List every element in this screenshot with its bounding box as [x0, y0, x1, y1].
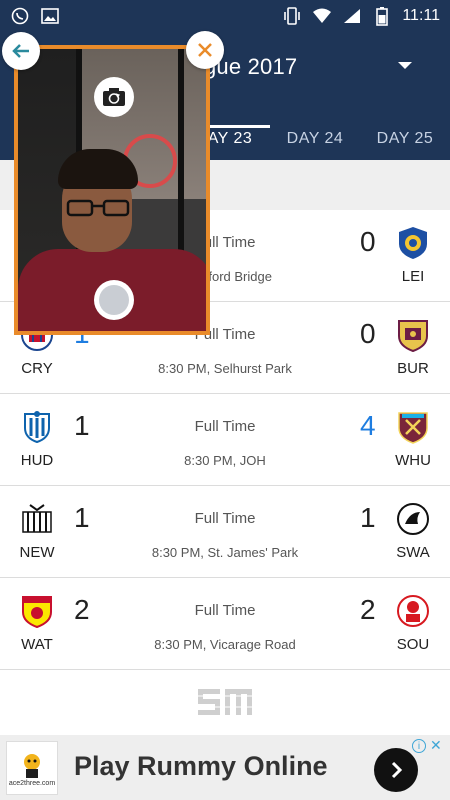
ad-logo[interactable]: ace2three.com	[6, 741, 58, 795]
bur-crest-icon	[396, 318, 430, 353]
vibrate-icon	[282, 6, 302, 26]
match-status: Full Time	[194, 418, 256, 435]
away-score: 0	[360, 318, 376, 349]
swa-crest-icon	[396, 502, 430, 536]
back-arrow-icon[interactable]	[2, 32, 40, 70]
match-status: Full Time	[194, 510, 256, 527]
image-icon	[40, 6, 60, 26]
close-icon[interactable]	[186, 31, 224, 69]
wifi-icon	[312, 6, 332, 26]
ad-headline[interactable]: Play Rummy Online	[74, 751, 328, 782]
home-score: 1	[74, 410, 90, 441]
home-team-code: NEW	[19, 544, 55, 561]
home-team-code: WAT	[21, 636, 53, 653]
away-team-code: WHU	[395, 452, 431, 469]
caret-down-icon[interactable]	[398, 62, 412, 69]
flip-camera-icon[interactable]	[94, 77, 134, 117]
battery-icon	[372, 6, 392, 26]
away-score: 4	[360, 410, 376, 441]
shutter-button[interactable]	[94, 280, 134, 320]
ad-banner[interactable]: ace2three.com Play Rummy Online i ✕	[0, 735, 450, 800]
signal-icon	[342, 6, 362, 26]
match-venue: 8:30 PM, Selhurst Park	[158, 361, 292, 376]
ad-arrow-button[interactable]	[374, 748, 418, 792]
away-team-code: SWA	[396, 544, 430, 561]
home-score: 1	[74, 502, 90, 533]
match-status: Full Time	[194, 602, 256, 619]
camera-preview	[14, 45, 210, 335]
ad-logo-text: ace2three.com	[8, 779, 56, 787]
match-row[interactable]: WAT 2 Full Time 8:30 PM, Vicarage Road 2…	[0, 578, 450, 670]
wat-crest-icon	[20, 594, 54, 629]
sm-logo: SM	[190, 682, 260, 722]
away-score: 2	[360, 594, 376, 625]
tab-day-25[interactable]: DAY 25	[370, 118, 440, 160]
camera-subject	[66, 199, 130, 217]
away-team-code: BUR	[397, 360, 429, 377]
lei-crest-icon	[396, 226, 430, 260]
match-venue: 8:30 PM, St. James' Park	[151, 545, 299, 560]
away-team-code: SOU	[396, 636, 430, 653]
home-team-code: HUD	[20, 452, 54, 469]
match-venue: 8:30 PM, Vicarage Road	[154, 637, 296, 652]
hud-crest-icon	[20, 410, 54, 444]
away-score: 1	[360, 502, 376, 533]
whu-crest-icon	[396, 410, 430, 444]
sou-crest-icon	[396, 594, 430, 628]
clock: 11:11	[402, 7, 440, 24]
new-crest-icon	[20, 502, 54, 536]
away-team-code: LEI	[401, 268, 425, 285]
status-bar: 11:11	[0, 0, 450, 32]
match-row[interactable]: NEW 1 Full Time 8:30 PM, St. James' Park…	[0, 486, 450, 578]
ad-info-icon[interactable]: i	[412, 739, 426, 753]
home-team-code: CRY	[21, 360, 53, 377]
home-score: 2	[74, 594, 90, 625]
away-score: 0	[360, 226, 376, 257]
ad-close-icon[interactable]: ✕	[430, 737, 442, 754]
whatsapp-icon	[10, 6, 30, 26]
match-venue: 8:30 PM, JOH	[184, 453, 266, 468]
shutter-inner	[99, 285, 129, 315]
tab-day-24[interactable]: DAY 24	[280, 118, 350, 160]
match-row[interactable]: HUD 1 Full Time 8:30 PM, JOH 4 WHU	[0, 394, 450, 486]
